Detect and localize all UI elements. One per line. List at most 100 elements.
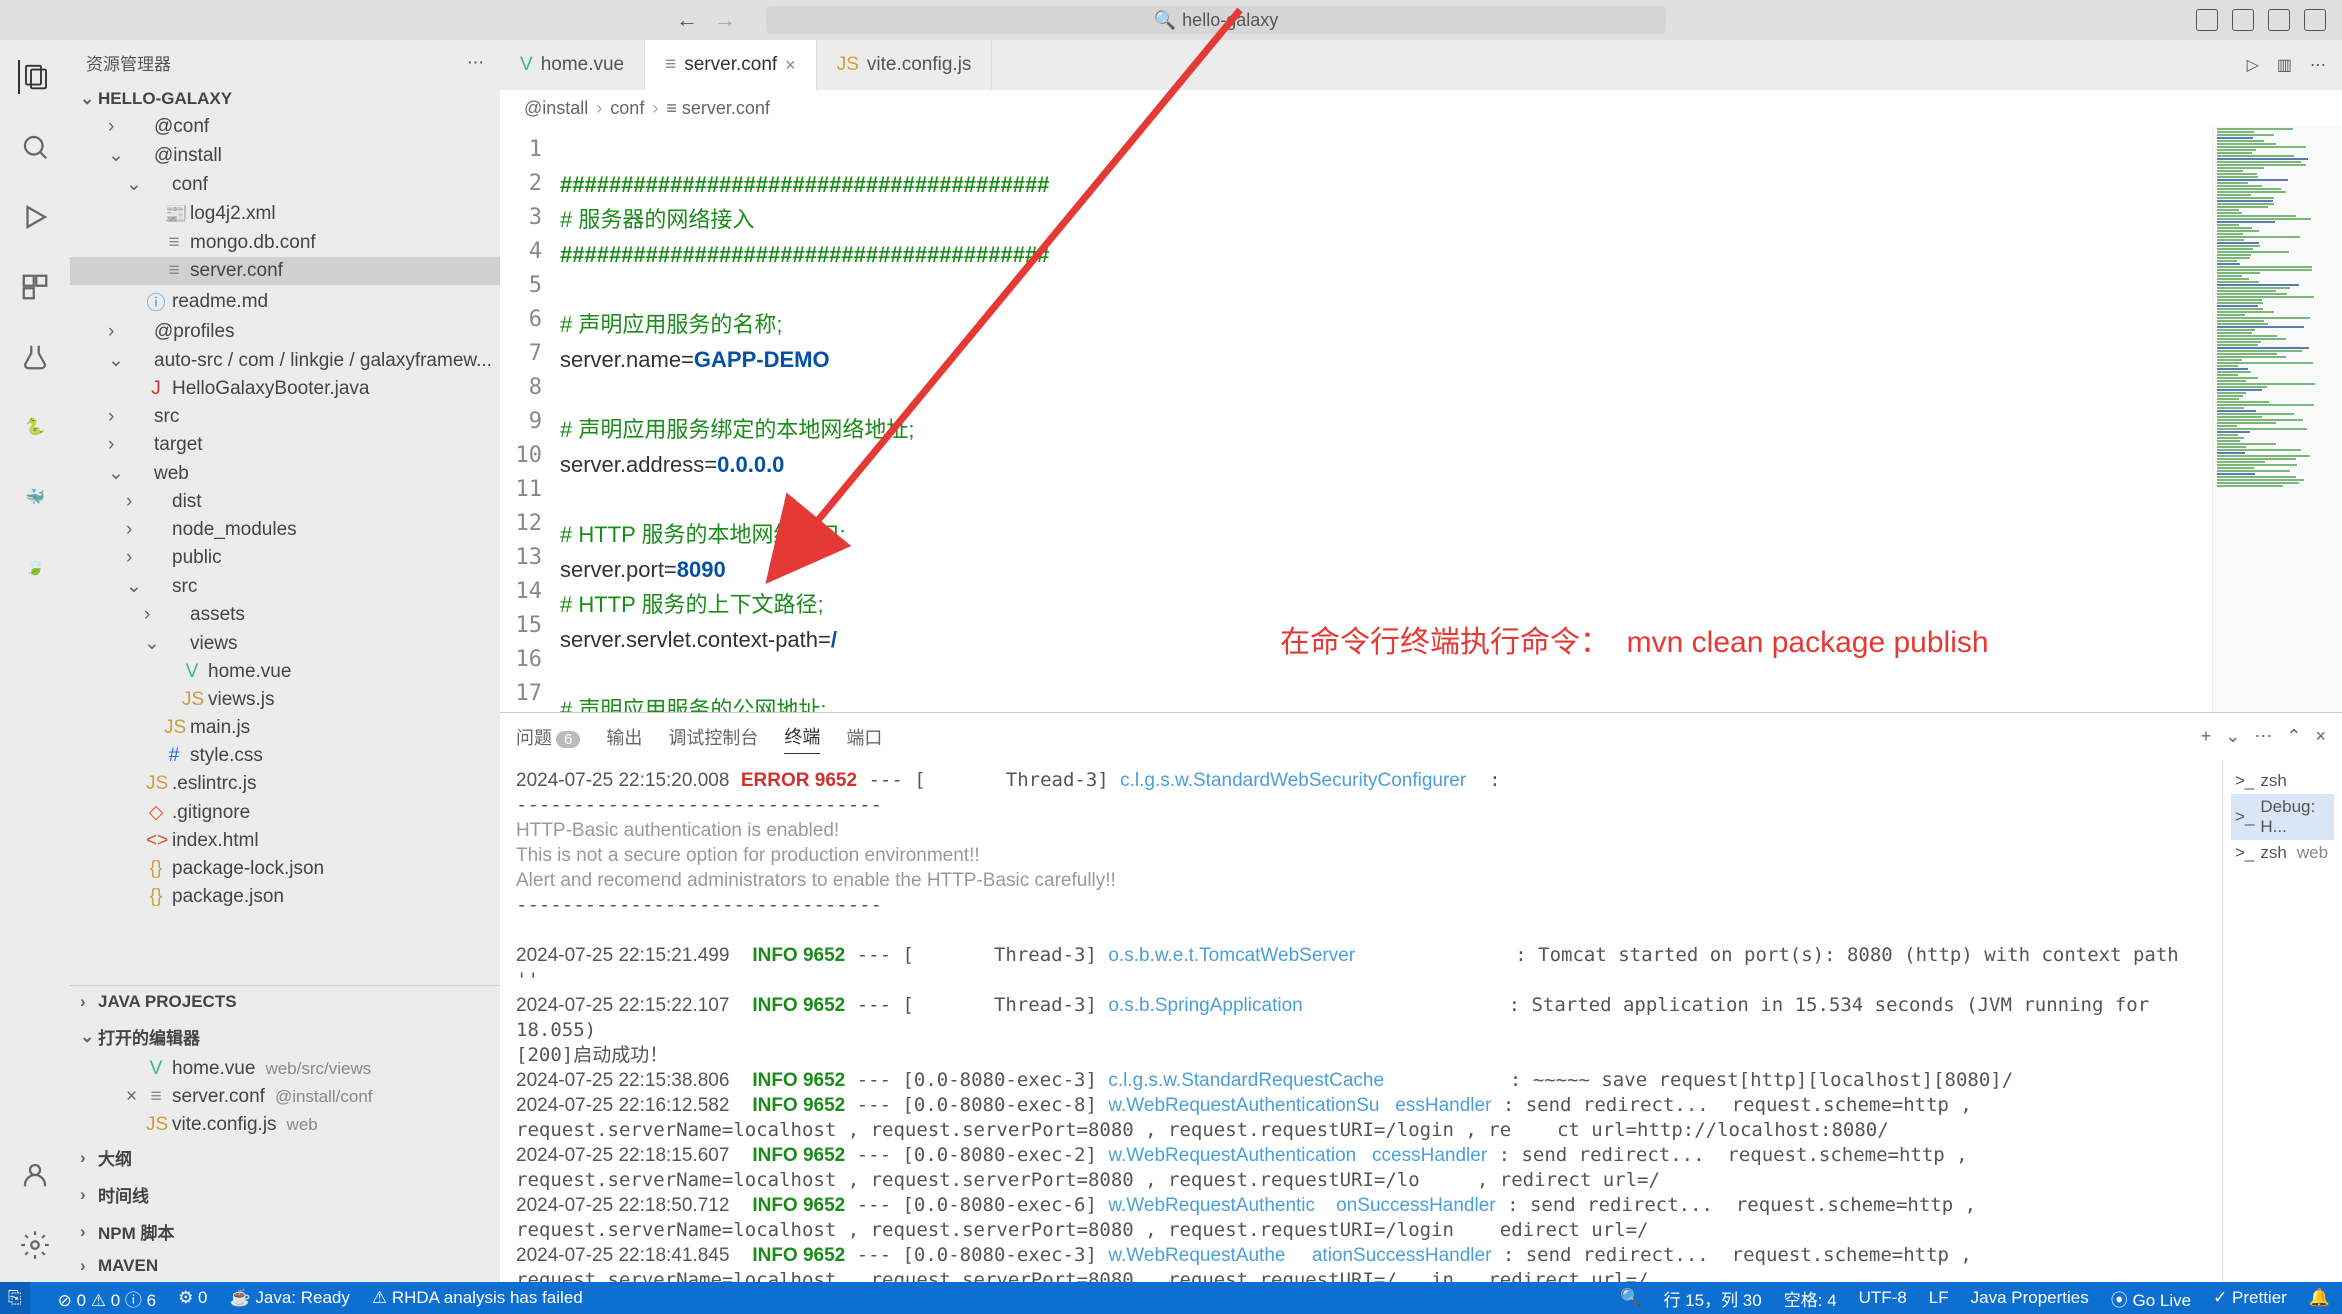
- tree-item[interactable]: ⌄src: [70, 572, 500, 601]
- open-editor-item[interactable]: JSvite.config.jsweb: [70, 1111, 500, 1139]
- tree-item[interactable]: ⌄conf: [70, 170, 500, 199]
- breadcrumb[interactable]: @install›conf›≡ server.conf: [500, 90, 2342, 127]
- terminal-output[interactable]: 2024-07-25 22:15:20.008 ERROR 9652 --- […: [500, 760, 2222, 1282]
- panel-tab[interactable]: 问题6: [516, 720, 580, 754]
- tree-item[interactable]: #style.css: [70, 742, 500, 770]
- tree-item[interactable]: ›@conf: [70, 113, 500, 141]
- status-item[interactable]: 🔔: [2309, 1286, 2330, 1311]
- status-item[interactable]: 行 15，列 30: [1663, 1286, 1761, 1311]
- tree-item[interactable]: ⓘreadme.md: [70, 285, 500, 318]
- open-editor-item[interactable]: Vhome.vueweb/src/views: [70, 1055, 500, 1083]
- terminal-instance[interactable]: >_Debug: H...: [2231, 794, 2334, 840]
- more-actions-icon[interactable]: ⋯: [2310, 55, 2326, 75]
- tree-item[interactable]: ◇.gitignore: [70, 798, 500, 827]
- tree-item[interactable]: ⌄views: [70, 629, 500, 658]
- tree-item[interactable]: ›dist: [70, 488, 500, 516]
- testing-icon[interactable]: [18, 340, 52, 374]
- minimap[interactable]: [2212, 127, 2342, 712]
- tree-item[interactable]: ≡mongo.db.conf: [70, 229, 500, 257]
- status-item[interactable]: ☕ Java: Ready: [230, 1286, 350, 1311]
- panel-more-icon[interactable]: ⋯: [2254, 726, 2272, 747]
- layout-customize-icon[interactable]: [2304, 9, 2326, 31]
- bottom-panel: 问题6 输出调试控制台终端端口 + ⌄ ⋯ ⌃ × 2024-07-25 22:15:20.…: [500, 712, 2342, 1282]
- sidebar-section[interactable]: ›NPM 脚本: [70, 1213, 500, 1250]
- sidebar-more-icon[interactable]: ⋯: [467, 53, 484, 73]
- tree-item[interactable]: ›@profiles: [70, 318, 500, 346]
- tree-item[interactable]: <>index.html: [70, 827, 500, 855]
- open-editors-section[interactable]: ⌄打开的编辑器: [70, 1018, 500, 1055]
- panel-tab[interactable]: 输出: [606, 720, 642, 754]
- status-item[interactable]: ✓ Prettier: [2213, 1286, 2287, 1311]
- python-icon[interactable]: 🐍: [18, 410, 52, 444]
- remote-indicator-icon[interactable]: ⎘: [0, 1282, 30, 1314]
- layout-panel-icon[interactable]: [2232, 9, 2254, 31]
- tree-item[interactable]: {}package.json: [70, 883, 500, 911]
- status-item[interactable]: ⚙ 0: [178, 1286, 207, 1311]
- sidebar-section[interactable]: ›MAVEN: [70, 1250, 500, 1282]
- tree-item[interactable]: JS.eslintrc.js: [70, 770, 500, 798]
- search-status-icon[interactable]: 🔍: [1620, 1286, 1641, 1311]
- tree-item[interactable]: 📰log4j2.xml: [70, 199, 500, 229]
- run-icon[interactable]: ▷: [2247, 55, 2259, 75]
- status-item[interactable]: 空格: 4: [1784, 1286, 1837, 1311]
- editor-tab[interactable]: Vhome.vue: [500, 40, 645, 90]
- tree-item[interactable]: ›node_modules: [70, 516, 500, 544]
- settings-gear-icon[interactable]: [18, 1228, 52, 1262]
- search-icon: 🔍: [1154, 10, 1176, 31]
- status-item[interactable]: ⚠ RHDA analysis has failed: [372, 1286, 583, 1311]
- status-item[interactable]: ⊘ 0 ⚠ 0 ⓘ 6: [58, 1286, 156, 1311]
- tree-item[interactable]: ⌄auto-src / com / linkgie / galaxyframew…: [70, 346, 500, 375]
- nav-forward-icon[interactable]: →: [714, 7, 736, 33]
- panel-tab[interactable]: 终端: [784, 719, 820, 754]
- tree-item[interactable]: {}package-lock.json: [70, 855, 500, 883]
- tree-item[interactable]: ≡server.conf: [70, 257, 500, 285]
- tree-item[interactable]: ›public: [70, 544, 500, 572]
- docker-icon[interactable]: 🐳: [18, 480, 52, 514]
- mongodb-icon[interactable]: 🍃: [18, 550, 52, 584]
- tree-item[interactable]: Vhome.vue: [70, 658, 500, 686]
- maximize-panel-icon[interactable]: ⌃: [2286, 726, 2301, 747]
- terminal-dropdown-icon[interactable]: ⌄: [2225, 726, 2240, 747]
- terminal-icon: >_: [2235, 771, 2254, 791]
- extensions-icon[interactable]: [18, 270, 52, 304]
- editor-tab[interactable]: ≡server.conf×: [645, 40, 817, 90]
- breadcrumb-item[interactable]: @install: [524, 98, 588, 119]
- command-center-search[interactable]: 🔍 hello-galaxy: [766, 6, 1666, 34]
- run-debug-icon[interactable]: [18, 200, 52, 234]
- terminal-instance[interactable]: >_zshweb: [2231, 840, 2334, 866]
- tree-item[interactable]: JHelloGalaxyBooter.java: [70, 375, 500, 403]
- breadcrumb-item[interactable]: ≡ server.conf: [666, 98, 770, 119]
- tree-item[interactable]: ›target: [70, 431, 500, 459]
- breadcrumb-item[interactable]: conf: [610, 98, 644, 119]
- panel-tab[interactable]: 端口: [846, 720, 882, 754]
- close-panel-icon[interactable]: ×: [2315, 726, 2326, 747]
- tree-item[interactable]: ⌄web: [70, 459, 500, 488]
- tree-item[interactable]: ›assets: [70, 601, 500, 629]
- sidebar-section[interactable]: ›大纲: [70, 1139, 500, 1176]
- tree-item[interactable]: ⌄@install: [70, 141, 500, 170]
- tree-item[interactable]: ›src: [70, 403, 500, 431]
- status-item[interactable]: Java Properties: [1971, 1286, 2089, 1311]
- explorer-icon[interactable]: [18, 60, 52, 94]
- terminal-instance[interactable]: >_zsh: [2231, 768, 2334, 794]
- open-editor-item[interactable]: ×≡server.conf@install/conf: [70, 1083, 500, 1111]
- status-item[interactable]: LF: [1929, 1286, 1949, 1311]
- tree-item[interactable]: JSmain.js: [70, 714, 500, 742]
- panel-tab[interactable]: 调试控制台: [668, 720, 758, 754]
- accounts-icon[interactable]: [18, 1158, 52, 1192]
- search-activity-icon[interactable]: [18, 130, 52, 164]
- sidebar-section[interactable]: ›时间线: [70, 1176, 500, 1213]
- status-item[interactable]: UTF-8: [1859, 1286, 1907, 1311]
- terminal-list: >_zsh>_Debug: H...>_zshweb: [2222, 760, 2342, 1282]
- editor-tab[interactable]: JSvite.config.js: [817, 40, 993, 90]
- new-terminal-icon[interactable]: +: [2201, 726, 2212, 747]
- project-header[interactable]: ⌄HELLO-GALAXY: [70, 85, 500, 113]
- status-item[interactable]: ⦿ Go Live: [2111, 1286, 2191, 1311]
- layout-sidebar-left-icon[interactable]: [2196, 9, 2218, 31]
- java-projects-section[interactable]: ›JAVA PROJECTS: [70, 986, 500, 1018]
- nav-back-icon[interactable]: ←: [676, 7, 698, 33]
- close-tab-icon[interactable]: ×: [785, 55, 796, 76]
- tree-item[interactable]: JSviews.js: [70, 686, 500, 714]
- layout-sidebar-right-icon[interactable]: [2268, 9, 2290, 31]
- split-editor-icon[interactable]: ▥: [2277, 55, 2292, 75]
